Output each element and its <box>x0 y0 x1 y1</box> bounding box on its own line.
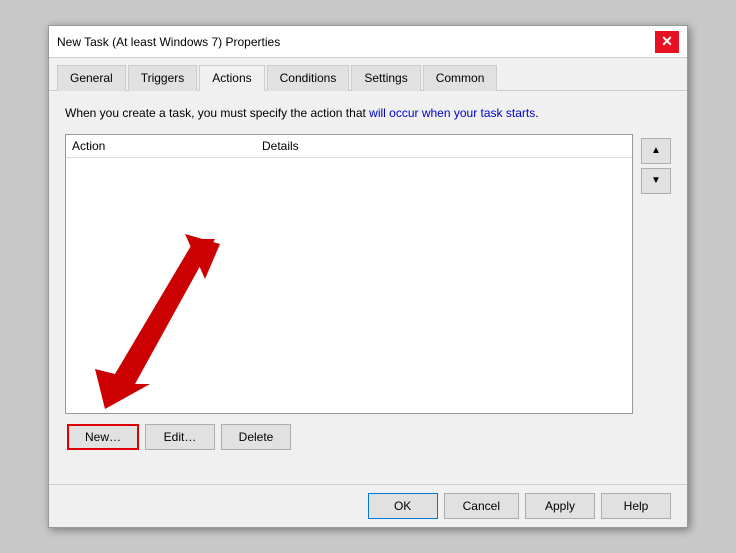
main-content: When you create a task, you must specify… <box>49 91 687 484</box>
tab-bar: General Triggers Actions Conditions Sett… <box>49 58 687 91</box>
new-button[interactable]: New… <box>67 424 139 450</box>
action-table: Action Details <box>65 134 633 414</box>
table-body[interactable] <box>66 158 632 398</box>
info-text-part2: . <box>535 106 538 120</box>
tab-settings[interactable]: Settings <box>351 65 420 91</box>
tab-common[interactable]: Common <box>423 65 498 91</box>
col-action: Action <box>72 139 262 153</box>
info-text-part1: When you create a task, you must specify… <box>65 106 369 120</box>
help-button[interactable]: Help <box>601 493 671 519</box>
info-text-link: will occur when your task starts <box>369 106 535 120</box>
tab-general[interactable]: General <box>57 65 126 91</box>
table-header: Action Details <box>66 135 632 158</box>
cancel-button[interactable]: Cancel <box>444 493 519 519</box>
arrow-buttons: ▲ ▼ <box>641 134 671 414</box>
delete-button[interactable]: Delete <box>221 424 291 450</box>
window-title: New Task (At least Windows 7) Properties <box>57 35 280 49</box>
title-bar: New Task (At least Windows 7) Properties… <box>49 26 687 58</box>
edit-button[interactable]: Edit… <box>145 424 215 450</box>
apply-button[interactable]: Apply <box>525 493 595 519</box>
action-buttons: New… Edit… Delete <box>65 424 671 450</box>
tab-triggers[interactable]: Triggers <box>128 65 198 91</box>
table-area: Action Details ▲ ▼ <box>65 134 671 414</box>
tab-conditions[interactable]: Conditions <box>267 65 350 91</box>
close-button[interactable]: ✕ <box>655 31 679 53</box>
ok-button[interactable]: OK <box>368 493 438 519</box>
main-window: New Task (At least Windows 7) Properties… <box>48 25 688 528</box>
move-down-button[interactable]: ▼ <box>641 168 671 194</box>
col-details: Details <box>262 139 299 153</box>
title-bar-controls: ✕ <box>655 31 679 53</box>
info-text: When you create a task, you must specify… <box>65 105 671 122</box>
bottom-buttons: OK Cancel Apply Help <box>49 484 687 527</box>
move-up-button[interactable]: ▲ <box>641 138 671 164</box>
tab-actions[interactable]: Actions <box>199 65 264 91</box>
